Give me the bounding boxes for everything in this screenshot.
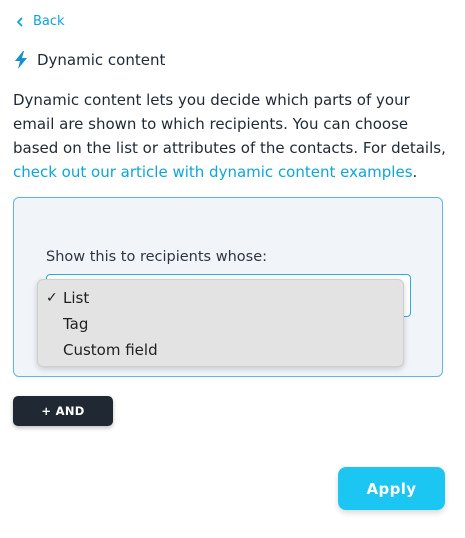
checkmark-icon: ✓ xyxy=(46,290,58,306)
option-custom-field[interactable]: Custom field xyxy=(38,337,403,363)
article-link[interactable]: check out our article with dynamic conte… xyxy=(13,163,413,181)
add-and-condition-button[interactable]: + AND xyxy=(13,396,113,426)
option-label: List xyxy=(63,289,90,307)
condition-dropdown-menu: ✓ List Tag Custom field xyxy=(37,279,404,367)
option-tag[interactable]: Tag xyxy=(38,311,403,337)
back-label: Back xyxy=(33,14,65,29)
back-link[interactable]: Back xyxy=(13,14,65,29)
lightning-bolt-icon xyxy=(13,51,29,69)
apply-button[interactable]: Apply xyxy=(338,467,445,510)
page-title-text: Dynamic content xyxy=(37,51,166,69)
description-text: Dynamic content lets you decide which pa… xyxy=(13,91,446,157)
description-suffix: . xyxy=(412,163,418,181)
chevron-left-icon xyxy=(13,15,27,29)
option-list[interactable]: ✓ List xyxy=(38,285,403,311)
option-label: Custom field xyxy=(63,341,158,359)
condition-label: Show this to recipients whose: xyxy=(46,249,268,265)
option-label: Tag xyxy=(63,315,89,333)
page-title: Dynamic content xyxy=(13,51,165,69)
description: Dynamic content lets you decide which pa… xyxy=(13,88,453,184)
